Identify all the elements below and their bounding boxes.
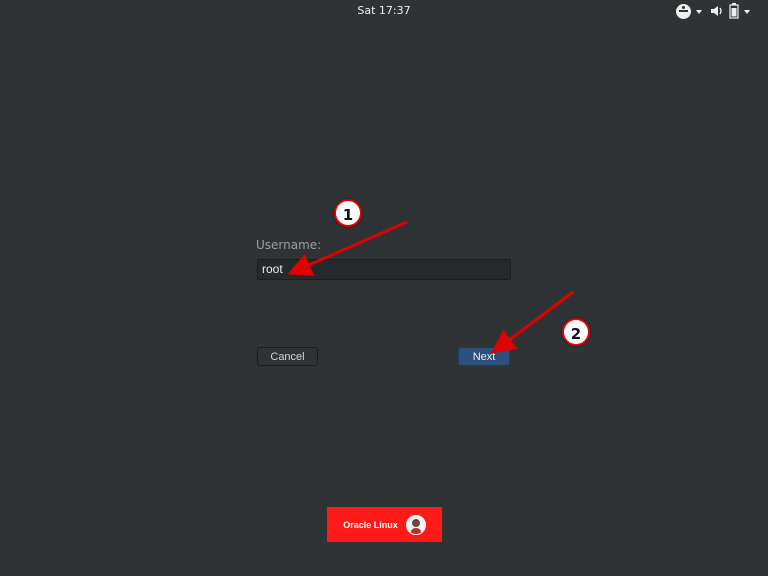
login-screen: Sat 17:37 Username: root Cancel Next 1 2… [0,0,768,576]
annotation-marker-1: 1 [334,199,362,227]
accessibility-menu[interactable] [676,2,702,20]
next-button[interactable]: Next [458,347,510,366]
volume-icon [710,4,724,18]
username-label: Username: [256,238,322,252]
login-form: Username: Cancel Next [256,238,511,370]
avatar [405,514,426,535]
system-menu[interactable] [710,2,750,20]
battery-icon [729,3,739,19]
brand-text: Oracle Linux [343,519,398,530]
accessibility-icon [676,3,691,19]
chevron-down-icon [744,9,750,14]
system-tray[interactable] [676,2,750,20]
top-bar: Sat 17:37 [0,0,768,22]
annotation-marker-2: 2 [562,318,590,346]
cancel-button[interactable]: Cancel [257,347,318,366]
chevron-down-icon [696,9,702,14]
username-input[interactable] [257,259,511,280]
brand-banner: Oracle Linux [327,507,442,542]
clock[interactable]: Sat 17:37 [0,4,768,17]
